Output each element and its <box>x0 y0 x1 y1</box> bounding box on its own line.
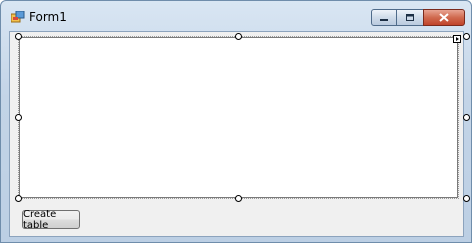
resize-handle-bottom-right[interactable] <box>463 195 470 202</box>
form-client-area: Create table <box>9 31 470 237</box>
minimize-button[interactable] <box>371 9 397 26</box>
close-icon <box>439 13 449 22</box>
create-table-button[interactable]: Create table <box>22 209 80 231</box>
maximize-icon <box>406 14 414 21</box>
resize-handle-top-right[interactable] <box>463 33 470 40</box>
window-title: Form1 <box>29 10 67 24</box>
minimize-icon <box>380 18 388 21</box>
caption-buttons <box>371 9 465 26</box>
form-icon <box>11 11 25 23</box>
resize-handle-middle-right[interactable] <box>463 114 470 121</box>
maximize-button[interactable] <box>397 9 423 26</box>
close-button[interactable] <box>423 9 465 26</box>
datagrid-control[interactable] <box>19 37 458 198</box>
form-window: Form1 Create table <box>0 0 472 243</box>
title-bar[interactable]: Form1 <box>1 1 471 31</box>
